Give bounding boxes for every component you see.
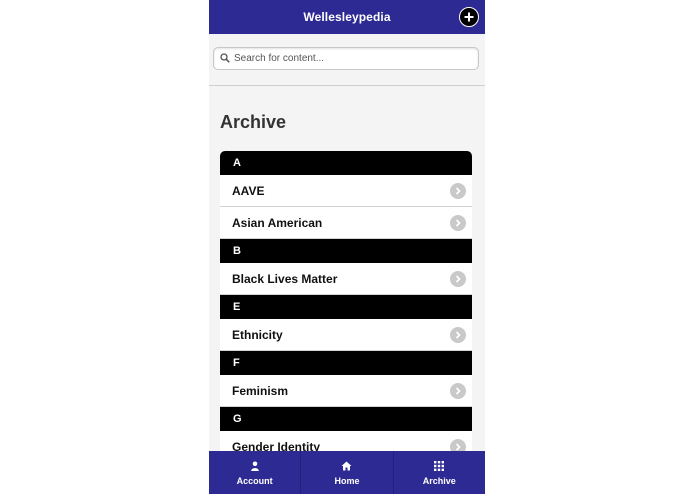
header-bar: Wellesleypedia <box>209 0 485 34</box>
person-icon <box>250 460 260 472</box>
tab-label: Archive <box>422 475 456 486</box>
list-item[interactable]: Feminism <box>220 375 472 407</box>
chevron-right-icon <box>450 271 466 287</box>
list-item[interactable]: AAVE <box>220 175 472 207</box>
list-item-label: AAVE <box>232 184 265 198</box>
chevron-right-icon <box>450 183 466 199</box>
search-icon <box>220 53 230 63</box>
tab-label: Account <box>236 475 273 486</box>
list-divider-g: G <box>220 407 472 431</box>
app-screen: Wellesleypedia Archive A AAVE Asian Am <box>209 0 485 494</box>
search-bar <box>209 34 485 86</box>
chevron-right-icon <box>450 327 466 343</box>
tab-account[interactable]: Account <box>209 451 302 494</box>
search-box <box>213 47 479 70</box>
grid-icon <box>434 460 445 472</box>
list-divider-b: B <box>220 239 472 263</box>
chevron-right-icon <box>450 383 466 399</box>
list-item-label: Ethnicity <box>232 328 283 342</box>
list-item-label: Feminism <box>232 384 289 398</box>
tab-archive[interactable]: Archive <box>394 451 485 494</box>
chevron-right-icon <box>450 215 466 231</box>
search-input[interactable] <box>234 50 472 67</box>
add-button[interactable] <box>459 7 479 27</box>
archive-list: A AAVE Asian American B Black Lives Matt… <box>220 151 472 463</box>
list-item-label: Asian American <box>232 216 323 230</box>
list-divider-a: A <box>220 151 472 175</box>
plus-icon <box>464 12 474 22</box>
tab-home[interactable]: Home <box>301 451 394 494</box>
list-item[interactable]: Ethnicity <box>220 319 472 351</box>
list-item-label: Black Lives Matter <box>232 272 338 286</box>
list-item[interactable]: Asian American <box>220 207 472 239</box>
tab-bar: Account Home Archive <box>209 451 485 494</box>
home-icon <box>341 460 352 472</box>
page-title: Archive <box>220 112 287 132</box>
list-divider-f: F <box>220 351 472 375</box>
list-item[interactable]: Black Lives Matter <box>220 263 472 295</box>
app-title: Wellesleypedia <box>303 10 391 24</box>
tab-label: Home <box>334 475 360 486</box>
list-divider-e: E <box>220 295 472 319</box>
